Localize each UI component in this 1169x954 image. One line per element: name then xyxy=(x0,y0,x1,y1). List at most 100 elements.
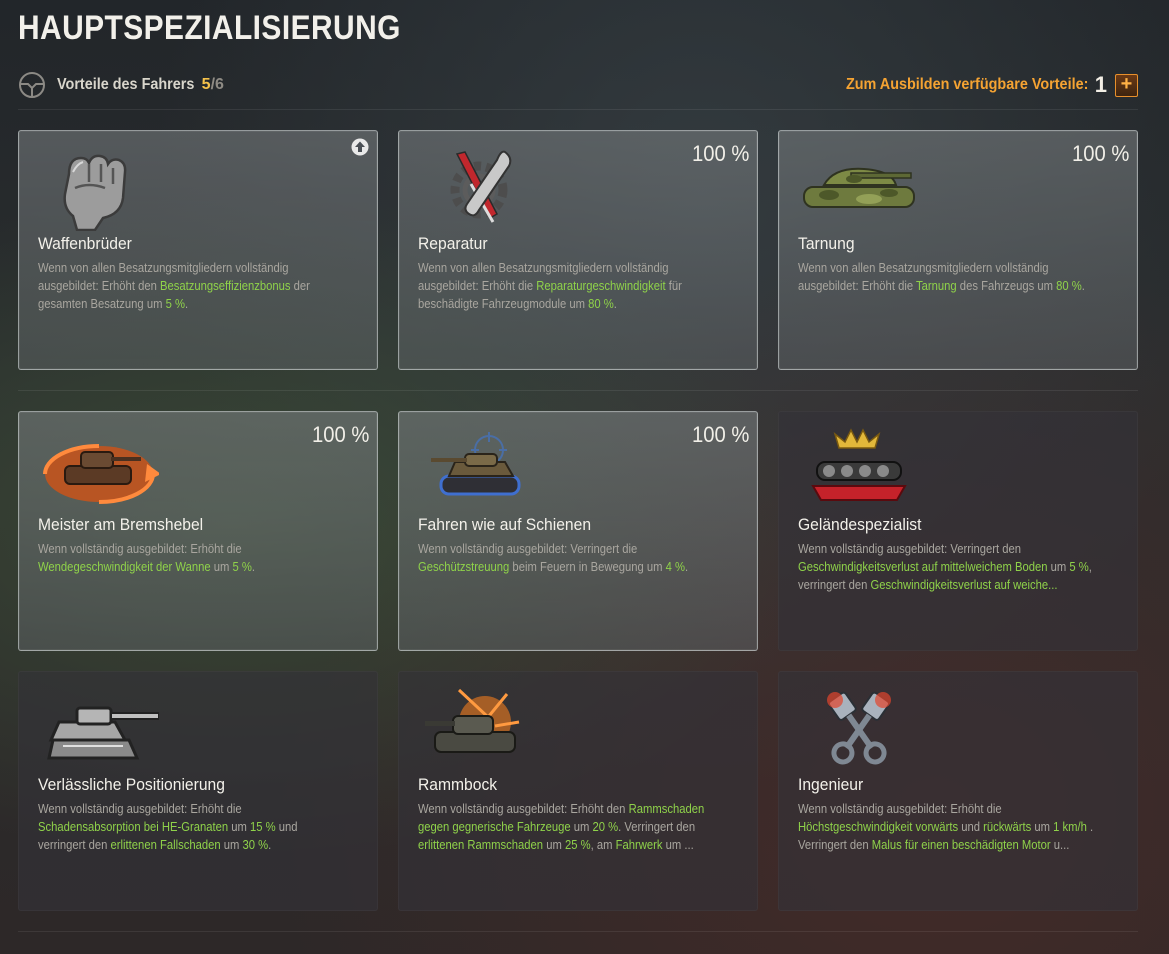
crowned-tracks-icon xyxy=(799,422,919,512)
perk-name: Reparatur xyxy=(418,234,488,253)
description-text: um xyxy=(1031,820,1054,834)
perk-progress-percent: 100 % xyxy=(691,141,749,166)
description-text: . xyxy=(268,838,272,852)
description-highlight: rückwärts xyxy=(983,820,1032,834)
description-text: . Verringert den xyxy=(618,820,696,834)
wrench-screwdriver-gear-icon xyxy=(419,141,539,231)
description-text: um xyxy=(1047,560,1070,574)
ramming-tank-icon xyxy=(419,682,539,772)
description-text: um xyxy=(228,820,251,834)
role-summary: Vorteile des Fahrers 5/6 xyxy=(18,71,224,99)
description-highlight: 80 % xyxy=(588,297,614,311)
description-text: um xyxy=(543,838,565,852)
description-text: und xyxy=(958,820,984,834)
engine-pistons-icon xyxy=(799,682,919,772)
description-highlight: Malus für einen beschädigten Motor xyxy=(871,838,1051,852)
description-text: . xyxy=(613,297,617,311)
perk-name: Rammbock xyxy=(418,775,498,794)
perk-card-gelandespezialist[interactable]: Geländespezialist Wenn vollständig ausgeb… xyxy=(778,411,1138,651)
description-highlight: 5 % xyxy=(1069,560,1089,574)
description-text: Wenn vollständig ausgebildet: Verringert… xyxy=(798,542,1022,556)
perk-name: Fahren wie auf Schienen xyxy=(418,515,592,534)
perk-name: Meister am Bremshebel xyxy=(38,515,204,534)
description-text: Wenn vollständig ausgebildet: Erhöht die xyxy=(798,802,1002,816)
description-highlight: 4 % xyxy=(665,560,686,574)
steering-wheel-icon xyxy=(19,72,45,98)
perk-card-waffenbruder[interactable]: Waffenbrüder Wenn von allen Besatzungsmit… xyxy=(18,130,378,370)
description-highlight: Geschwindigkeitsverlust auf weiche... xyxy=(870,578,1058,592)
perk-count-total: 6 xyxy=(215,76,224,93)
divider xyxy=(18,931,1138,932)
perk-card-tarnung[interactable]: 100 % Tarnung Wenn von allen Besatzungsmit… xyxy=(778,130,1138,370)
description-highlight: 20 % xyxy=(592,820,619,834)
perk-name: Tarnung xyxy=(798,234,855,253)
rotating-tank-icon xyxy=(39,422,161,512)
description-highlight: Schadensabsorption bei HE-Granaten xyxy=(38,820,229,834)
perk-description: Wenn von allen Besatzungsmitgliedern vol… xyxy=(418,259,722,313)
perk-card-meister-am-bremshebel[interactable]: 100 % Meister am Bremshebel Wenn vollständ… xyxy=(18,411,378,651)
perk-card-rammbock[interactable]: Rammbock Wenn vollständig ausgebildet: Er… xyxy=(398,671,758,911)
perk-card-ingenieur[interactable]: Ingenieur Wenn vollständig ausgebildet: E… xyxy=(778,671,1138,911)
perk-name: Waffenbrüder xyxy=(38,234,132,253)
perk-progress-percent: 100 % xyxy=(1071,141,1129,166)
description-text: . xyxy=(251,560,256,574)
perk-description: Wenn von allen Besatzungsmitgliedern vol… xyxy=(38,259,342,313)
available-perks: Zum Ausbilden verfügbare Vorteile: 1 + xyxy=(819,72,1138,98)
perk-description: Wenn vollständig ausgebildet: Erhöht die… xyxy=(38,540,342,576)
camouflage-tank-icon xyxy=(799,141,919,231)
perk-description: Wenn vollständig ausgebildet: Erhöht die… xyxy=(38,800,342,854)
description-highlight: Besatzungseffizienzbonus xyxy=(159,279,291,293)
description-highlight: Geschwindigkeitsverlust auf mittelweiche… xyxy=(798,560,1048,574)
description-highlight: Wendegeschwindigkeit der Wanne xyxy=(38,560,211,574)
perk-card-reparatur[interactable]: 100 % Reparatur Wenn von allen Besatzungsm… xyxy=(398,130,758,370)
description-highlight: Geschützstreuung xyxy=(418,560,510,574)
perk-description: Wenn vollständig ausgebildet: Erhöht den… xyxy=(418,800,722,854)
perk-description: Wenn vollständig ausgebildet: Verringert… xyxy=(798,540,1102,594)
available-perks-label: Zum Ausbilden verfügbare Vorteile: xyxy=(846,76,1089,93)
description-highlight: Fahrwerk xyxy=(615,838,663,852)
description-highlight: 25 % xyxy=(564,838,591,852)
description-text: um xyxy=(210,560,233,574)
perk-progress-percent: 100 % xyxy=(311,422,369,447)
page-title: HAUPTSPEZIALISIERUNG xyxy=(18,9,401,47)
description-highlight: Tarnung xyxy=(916,279,957,293)
perk-progress-percent: 100 % xyxy=(691,422,749,447)
description-text: beim Feuern in Bewegung um xyxy=(509,560,666,574)
perk-card-verlassliche-positionierung[interactable]: Verlässliche Positionierung Wenn vollstän… xyxy=(18,671,378,911)
description-highlight: 5 % xyxy=(165,297,185,311)
perk-name: Verlässliche Positionierung xyxy=(38,775,225,794)
description-text: um xyxy=(220,838,243,852)
description-text: Wenn vollständig ausgebildet: Erhöht den xyxy=(418,802,629,816)
description-highlight: 80 % xyxy=(1056,279,1082,293)
perk-description: Wenn vollständig ausgebildet: Erhöht die… xyxy=(798,800,1102,854)
description-text: Wenn vollständig ausgebildet: Erhöht die xyxy=(38,542,242,556)
description-highlight: 15 % xyxy=(250,820,276,834)
perk-count: 5/6 xyxy=(202,76,224,94)
armored-tank-icon xyxy=(39,682,160,772)
perk-card-fahren-wie-auf-schienen[interactable]: 100 % Fahren wie auf Schienen Wenn vollstä… xyxy=(398,411,758,651)
description-text: u... xyxy=(1050,838,1070,852)
perk-count-current: 5 xyxy=(201,76,211,93)
perk-header: Vorteile des Fahrers 5/6 Zum Ausbilden v… xyxy=(18,70,1138,100)
role-label: Vorteile des Fahrers xyxy=(57,76,195,93)
divider xyxy=(18,390,1138,391)
description-text: . xyxy=(184,297,189,311)
description-highlight: 30 % xyxy=(242,838,269,852)
perk-description: Wenn vollständig ausgebildet: Verringert… xyxy=(418,540,722,576)
perk-name: Geländespezialist xyxy=(798,515,922,534)
description-highlight: erlittenen Rammschaden xyxy=(418,838,544,852)
perk-name: Ingenieur xyxy=(798,775,864,794)
description-highlight: Höchstgeschwindigkeit vorwärts xyxy=(798,820,959,834)
description-highlight: erlittenen Fallschaden xyxy=(110,838,221,852)
add-perk-button[interactable]: + xyxy=(1115,73,1138,97)
description-text: Wenn vollständig ausgebildet: Verringert… xyxy=(418,542,638,556)
description-text: , am xyxy=(590,838,616,852)
description-text: Wenn vollständig ausgebildet: Erhöht die xyxy=(38,802,242,816)
tank-crosshair-icon xyxy=(419,422,539,512)
description-highlight: 1 km/h xyxy=(1053,820,1087,834)
available-perks-count: 1 xyxy=(1094,72,1107,97)
clenched-fist-icon xyxy=(39,141,159,232)
description-text: des Fahrzeugs um xyxy=(956,279,1057,293)
divider xyxy=(18,109,1138,110)
upgrade-arrow-icon xyxy=(351,138,369,156)
